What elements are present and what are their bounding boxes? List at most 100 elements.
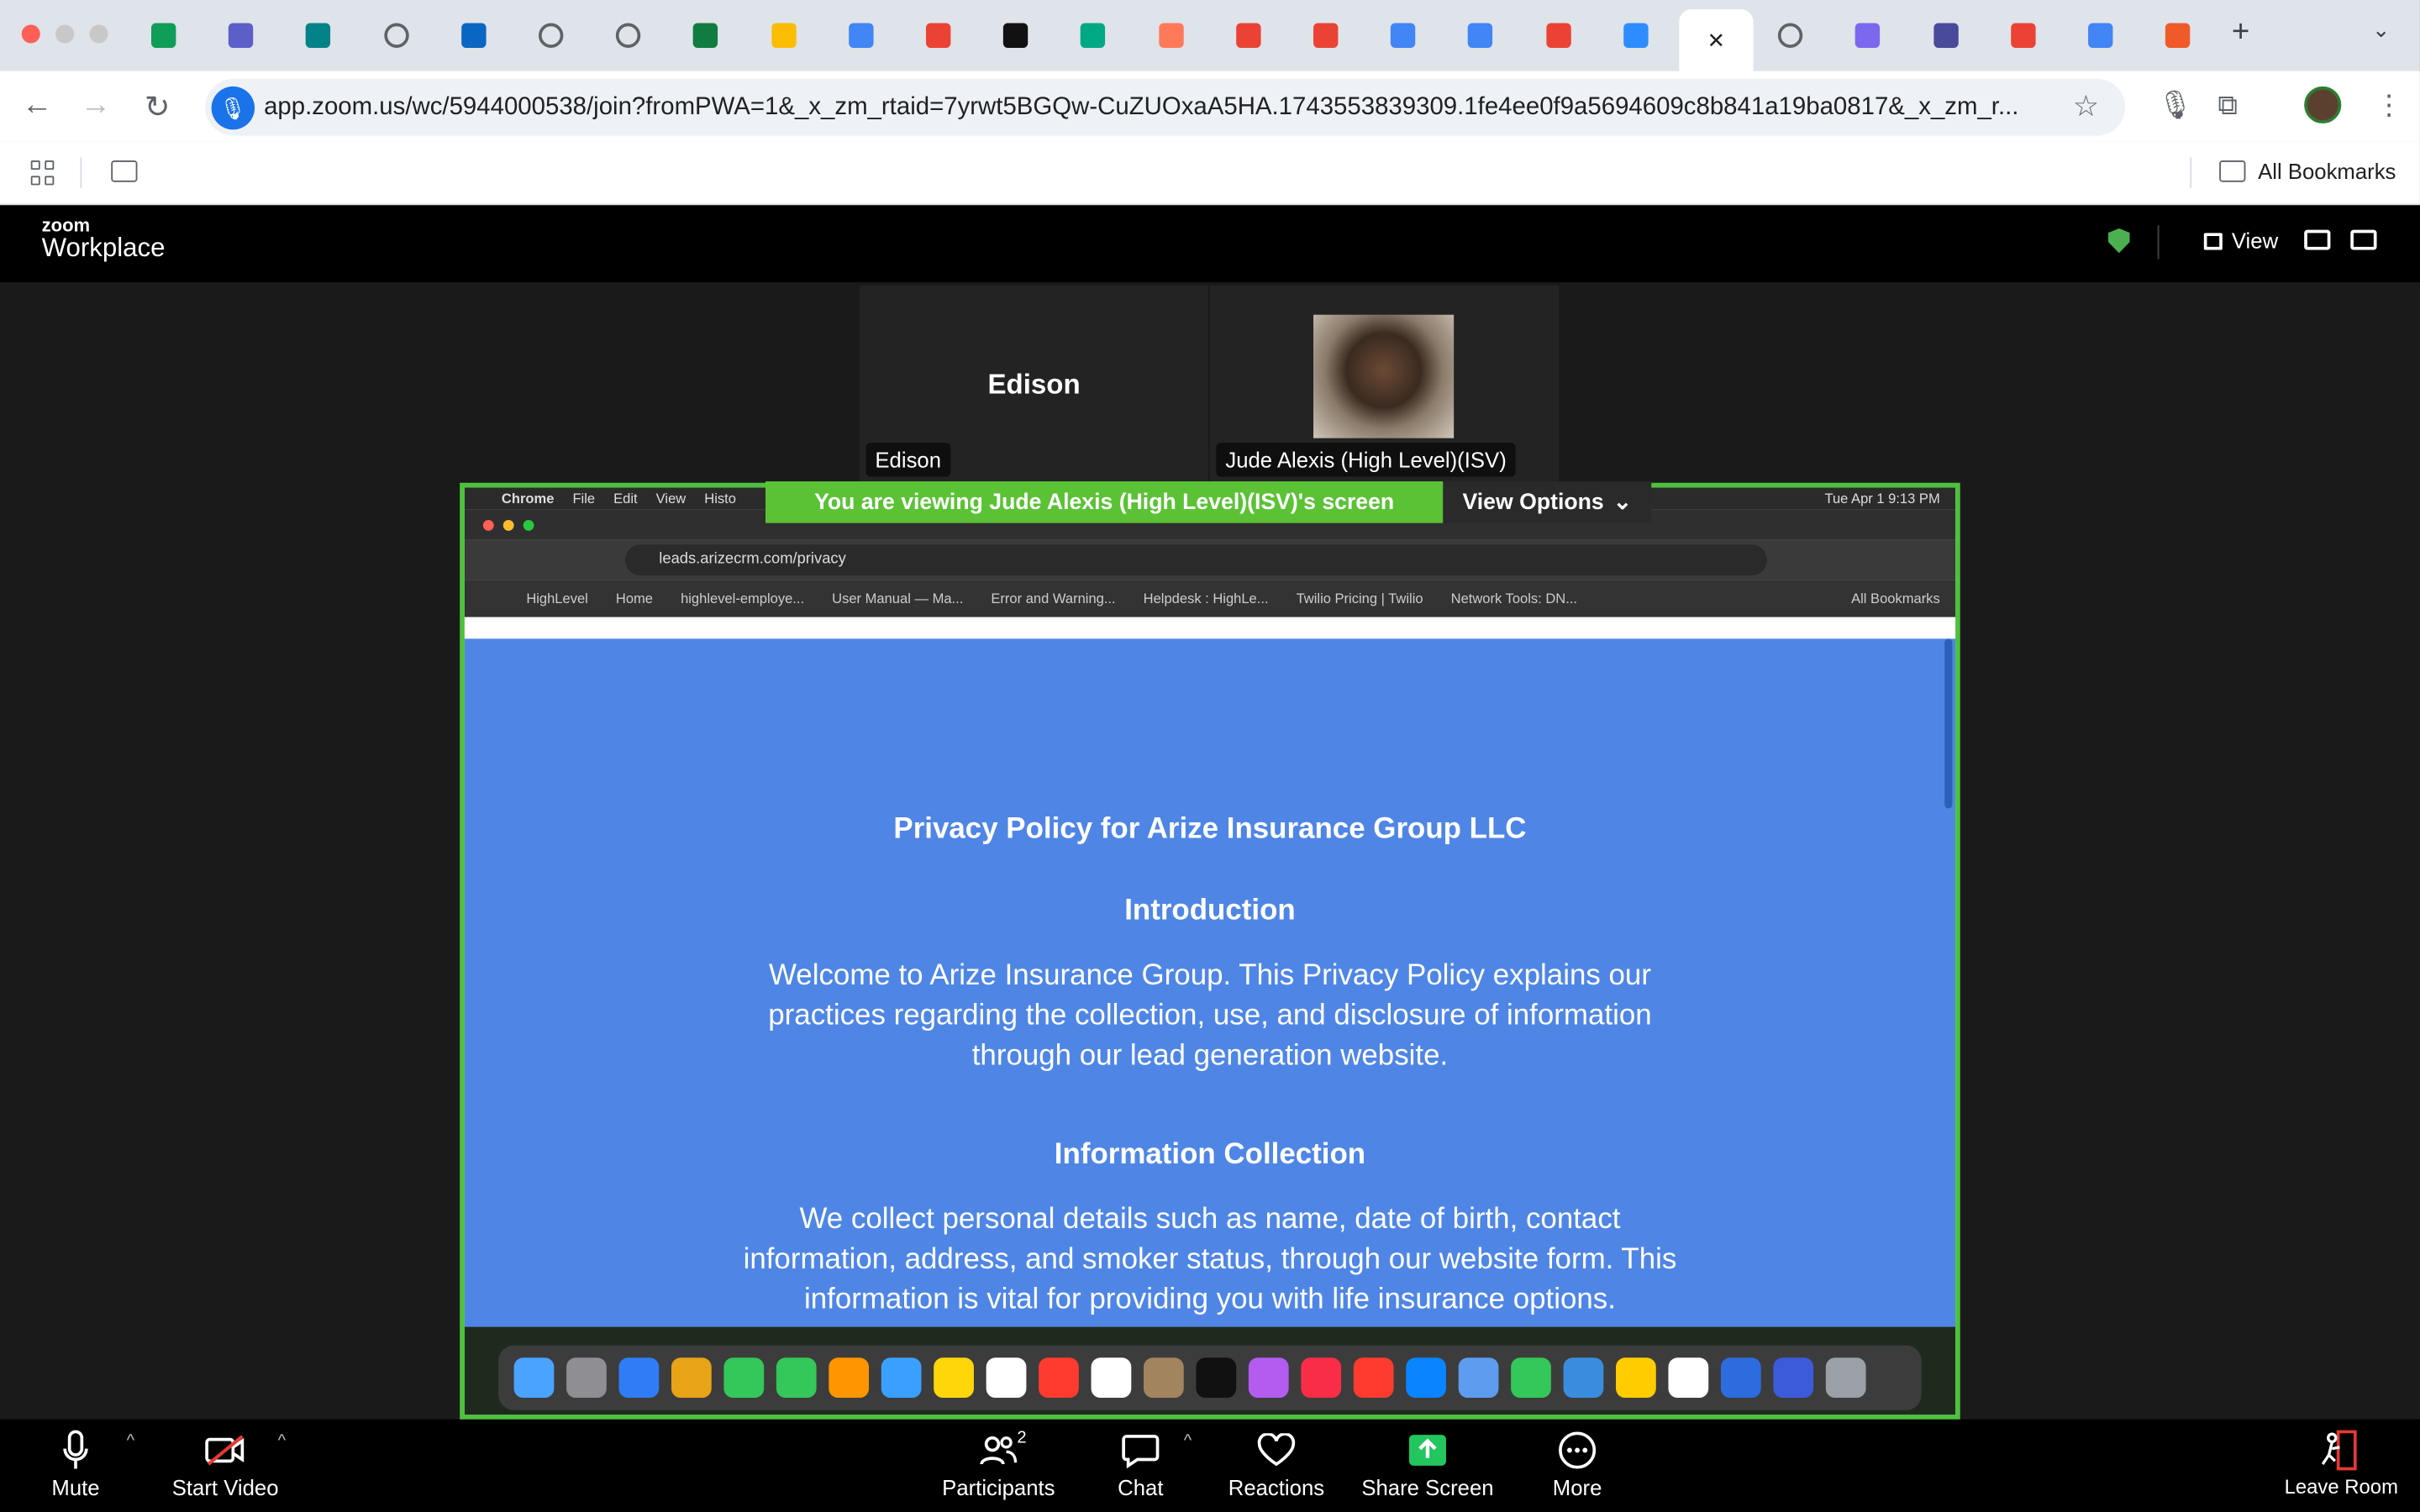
chat-label: Chat [1118, 1474, 1164, 1500]
browser-tab[interactable] [2066, 13, 2134, 59]
all-bookmarks-button[interactable]: All Bookmarks [2219, 159, 2396, 184]
browser-tab[interactable] [362, 13, 430, 59]
browser-tab[interactable] [1912, 13, 1980, 59]
participants-button[interactable]: Participants [935, 1425, 1062, 1499]
meeting-stage: Edison Edison Jude Alexis (High Level)(I… [0, 282, 2420, 1420]
start-video-label: Start Video [171, 1474, 279, 1500]
page-title: Privacy Policy for Arize Insurance Group… [893, 812, 1527, 846]
share-screen-icon [1358, 1425, 1497, 1475]
address-bar[interactable]: 🎙 app.zoom.us/wc/5944000538/join?fromPWA… [205, 78, 2126, 136]
browser-tab[interactable] [1757, 13, 1825, 59]
view-options-label: View Options [1462, 490, 1604, 515]
browser-tab[interactable] [439, 13, 508, 59]
privacy-page: Privacy Policy for Arize Insurance Group… [464, 638, 1956, 1327]
dock-app-icon [723, 1357, 765, 1399]
browser-tab[interactable] [207, 13, 275, 59]
dock-app-icon [1563, 1357, 1604, 1399]
extensions-icon[interactable]: ⧉ [2217, 90, 2238, 123]
close-window-button[interactable] [21, 24, 40, 44]
browser-tab[interactable] [1060, 13, 1128, 59]
inner-bookmark: Error and Warning... [991, 591, 1116, 606]
browser-tab[interactable] [981, 13, 1050, 59]
more-menu-icon[interactable]: ⋮ [2375, 90, 2403, 123]
active-tab[interactable]: ✕ [1679, 9, 1754, 71]
web-favicon-icon [539, 23, 564, 48]
meeting-controls-bar: Mute ^ Start Video ^ Participants 2 Chat… [0, 1419, 2420, 1512]
dock-app-icon [1616, 1357, 1656, 1399]
apps-grid-icon[interactable] [30, 160, 55, 185]
share-screen-button[interactable]: Share Screen [1358, 1425, 1497, 1499]
browser-tab[interactable] [904, 13, 972, 59]
browser-tab[interactable] [129, 13, 197, 59]
screen: ✕ + ⌄ ← → ↻ 🎙 app.zoom.us/wc/5944000538/… [0, 0, 2420, 1512]
view-options-button[interactable]: View Options ⌄ [1443, 481, 1652, 523]
dock-app-icon [986, 1357, 1027, 1399]
dock-app-icon [1406, 1357, 1446, 1399]
chat-button[interactable]: Chat [1108, 1425, 1173, 1499]
leave-door-icon [2280, 1425, 2403, 1475]
browser-tab-strip: ✕ + ⌄ [0, 0, 2420, 71]
mac-menu-item: File [572, 491, 596, 507]
maximize-window-button[interactable] [89, 24, 108, 44]
microphone-icon[interactable]: 🎙 [2158, 90, 2193, 123]
excel-favicon-icon [693, 23, 718, 48]
browser-tab[interactable] [1602, 13, 1670, 59]
participant-tile-jude[interactable]: Jude Alexis (High Level)(ISV) [1209, 285, 1560, 483]
minimize-window-button[interactable] [55, 24, 75, 44]
browser-tab[interactable] [1447, 13, 1515, 59]
inner-bookmark: Twilio Pricing | Twilio [1296, 591, 1423, 606]
clickup-favicon-icon [1855, 23, 1881, 48]
browser-tab[interactable] [1369, 13, 1437, 59]
start-video-button[interactable]: Start Video [170, 1425, 281, 1499]
browser-tab[interactable] [1834, 13, 1902, 59]
folder-icon[interactable] [111, 160, 138, 182]
mac-dock [498, 1345, 1922, 1410]
shared-screen[interactable]: Chrome File Edit View Histo Tue Apr 1 9:… [460, 482, 1960, 1420]
browser-tab[interactable] [827, 13, 895, 59]
browser-tab[interactable] [2144, 13, 2212, 59]
video-options-caret-icon[interactable]: ^ [278, 1431, 286, 1450]
new-tab-button[interactable]: + [2232, 15, 2249, 50]
dock-app-icon [829, 1357, 870, 1399]
dock-app-icon [1720, 1357, 1761, 1399]
more-button[interactable]: More [1546, 1425, 1607, 1499]
inner-bookmark: highlevel-employe... [681, 591, 805, 606]
microphone-active-icon[interactable]: 🎙 [211, 86, 255, 130]
google-favicon-icon [926, 23, 951, 48]
audio-options-caret-icon[interactable]: ^ [127, 1431, 134, 1450]
tab-search-chevron-icon[interactable]: ⌄ [2372, 17, 2391, 43]
dock-app-icon [1039, 1357, 1079, 1399]
participant-tile-edison[interactable]: Edison Edison [860, 285, 1209, 483]
dock-app-icon [1091, 1357, 1132, 1399]
dock-app-icon [1458, 1357, 1499, 1399]
browser-tab[interactable] [750, 13, 818, 59]
fullscreen-icon[interactable] [2350, 229, 2377, 250]
close-tab-icon[interactable]: ✕ [1707, 27, 1726, 53]
browser-tab[interactable] [285, 13, 353, 59]
browser-tab[interactable] [1292, 13, 1360, 59]
teams-favicon-icon [229, 23, 254, 48]
browser-tab[interactable] [1137, 13, 1205, 59]
browser-tab[interactable] [594, 13, 662, 59]
browser-tab[interactable] [1524, 13, 1592, 59]
profile-avatar[interactable] [2304, 86, 2342, 123]
browser-tab[interactable] [1989, 13, 2057, 59]
google-favicon-icon [1545, 23, 1571, 48]
forward-arrow-icon[interactable]: → [77, 88, 114, 123]
bookmark-star-icon[interactable]: ☆ [2073, 90, 2099, 125]
back-arrow-icon[interactable]: ← [18, 88, 55, 123]
browser-tab[interactable] [672, 13, 740, 59]
dock-app-icon [934, 1357, 974, 1399]
mute-button[interactable]: Mute [46, 1425, 105, 1499]
picture-in-picture-icon[interactable] [2304, 229, 2331, 250]
browser-tab[interactable] [517, 13, 585, 59]
leave-room-button[interactable]: Leave Room [2280, 1425, 2403, 1498]
gmail-favicon-icon [1235, 23, 1261, 48]
reactions-button[interactable]: Reactions [1223, 1425, 1331, 1499]
browser-tab[interactable] [1214, 13, 1282, 59]
reload-icon[interactable]: ↻ [139, 88, 176, 127]
encryption-shield-icon[interactable] [2107, 228, 2130, 254]
chat-options-caret-icon[interactable]: ^ [1184, 1431, 1192, 1450]
docs-favicon-icon [848, 23, 874, 48]
view-button[interactable]: View [2203, 228, 2278, 253]
